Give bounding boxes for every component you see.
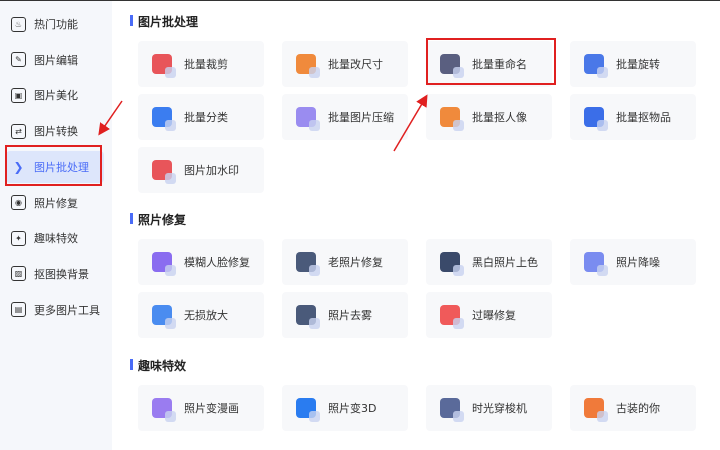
tool-card[interactable]: 古装的你: [570, 385, 696, 431]
section-title: 照片修复: [130, 211, 186, 228]
tool-icon: [152, 305, 176, 329]
sidebar-item-label: 趣味特效: [34, 232, 78, 246]
tool-icon: [152, 160, 176, 184]
convert-icon: ⇄: [11, 123, 26, 139]
section-title: 图片批处理: [130, 13, 198, 30]
tool-card[interactable]: 无损放大: [138, 292, 264, 338]
tool-icon: [152, 107, 176, 131]
tool-card[interactable]: 图片加水印: [138, 147, 264, 193]
sidebar: ♨ 热门功能 ✎ 图片编辑 ▣ 图片美化 ⇄ 图片转换 ❯ 图片批处理 ◉ 照片修复 ✦ 趣味特效 ▨ 抠图换…: [0, 1, 112, 450]
tool-label: 照片变漫画: [184, 402, 239, 415]
sidebar-item-0[interactable]: ♨ 热门功能: [6, 8, 104, 40]
tool-label: 批量旋转: [616, 58, 660, 71]
magic-wand-icon: ✦: [11, 230, 26, 246]
tool-icon: [296, 54, 320, 78]
tool-label: 照片降噪: [616, 256, 660, 269]
tool-card[interactable]: 黑白照片上色: [426, 239, 552, 285]
photo-repair-icon: ◉: [11, 195, 26, 210]
sidebar-item-5[interactable]: ◉ 照片修复: [6, 187, 104, 219]
tool-icon: [152, 54, 176, 78]
sidebar-item-label: 热门功能: [34, 18, 78, 31]
tool-label: 时光穿梭机: [472, 402, 527, 415]
sidebar-item-label: 抠图换背景: [34, 267, 89, 281]
tool-card[interactable]: 过曝修复: [426, 292, 552, 338]
tool-card[interactable]: 批量抠物品: [570, 94, 696, 140]
tool-card[interactable]: 批量图片压缩: [282, 94, 408, 140]
sidebar-item-label: 更多图片工具: [34, 303, 100, 317]
tool-card[interactable]: 模糊人脸修复: [138, 239, 264, 285]
section-title: 趣味特效: [130, 357, 186, 374]
tool-icon: [152, 252, 176, 276]
tool-card[interactable]: 批量裁剪: [138, 41, 264, 87]
sidebar-item-8[interactable]: ▤ 更多图片工具: [6, 294, 104, 326]
tool-label: 无损放大: [184, 309, 228, 322]
tool-label: 老照片修复: [328, 256, 383, 269]
sidebar-item-7[interactable]: ▨ 抠图换背景: [6, 258, 104, 290]
tool-icon: [152, 398, 176, 422]
cutout-icon: ▨: [11, 266, 26, 282]
sidebar-item-label: 图片转换: [34, 125, 78, 139]
tool-label: 古装的你: [616, 402, 660, 415]
tool-icon: [296, 252, 320, 276]
tool-icon: [440, 305, 464, 329]
sidebar-item-1[interactable]: ✎ 图片编辑: [6, 44, 104, 76]
tool-card[interactable]: 批量分类: [138, 94, 264, 140]
tool-icon: [296, 305, 320, 329]
tool-card[interactable]: 照片去雾: [282, 292, 408, 338]
tool-card[interactable]: 照片变3D: [282, 385, 408, 431]
tool-label: 照片去雾: [328, 309, 372, 322]
tool-card[interactable]: 照片变漫画: [138, 385, 264, 431]
tool-label: 批量抠人像: [472, 111, 527, 124]
tool-label: 批量图片压缩: [328, 111, 394, 124]
tool-card[interactable]: 批量旋转: [570, 41, 696, 87]
toolbox-icon: ▤: [11, 302, 26, 318]
tool-icon: [440, 107, 464, 131]
tool-icon: [584, 54, 608, 78]
tool-label: 模糊人脸修复: [184, 256, 250, 269]
sidebar-item-3[interactable]: ⇄ 图片转换: [6, 115, 104, 147]
tool-label: 图片加水印: [184, 164, 239, 177]
tool-card[interactable]: 批量抠人像: [426, 94, 552, 140]
tool-label: 过曝修复: [472, 309, 516, 322]
flame-icon: ♨: [11, 16, 26, 32]
sidebar-item-2[interactable]: ▣ 图片美化: [6, 79, 104, 111]
sidebar-item-label: 图片美化: [34, 89, 78, 103]
image-beautify-icon: ▣: [11, 87, 26, 103]
highlight-box-rename: [426, 38, 556, 85]
tool-label: 批量抠物品: [616, 111, 671, 124]
tool-label: 批量裁剪: [184, 58, 228, 71]
tool-card[interactable]: 批量改尺寸: [282, 41, 408, 87]
tool-label: 照片变3D: [328, 402, 377, 415]
sidebar-item-label: 照片修复: [34, 196, 78, 210]
tool-icon: [440, 252, 464, 276]
sidebar-item-6[interactable]: ✦ 趣味特效: [6, 222, 104, 254]
tool-label: 黑白照片上色: [472, 256, 538, 269]
tool-card[interactable]: 老照片修复: [282, 239, 408, 285]
highlight-box-sidebar: [5, 145, 102, 186]
tool-icon: [584, 107, 608, 131]
tool-icon: [296, 107, 320, 131]
tool-card[interactable]: 时光穿梭机: [426, 385, 552, 431]
image-edit-icon: ✎: [11, 52, 26, 68]
tool-card[interactable]: 照片降噪: [570, 239, 696, 285]
tool-icon: [440, 398, 464, 422]
tool-icon: [584, 252, 608, 276]
tool-icon: [584, 398, 608, 422]
tool-label: 批量改尺寸: [328, 58, 383, 71]
sidebar-item-label: 图片编辑: [34, 53, 78, 67]
tool-icon: [296, 398, 320, 422]
tool-label: 批量分类: [184, 111, 228, 124]
